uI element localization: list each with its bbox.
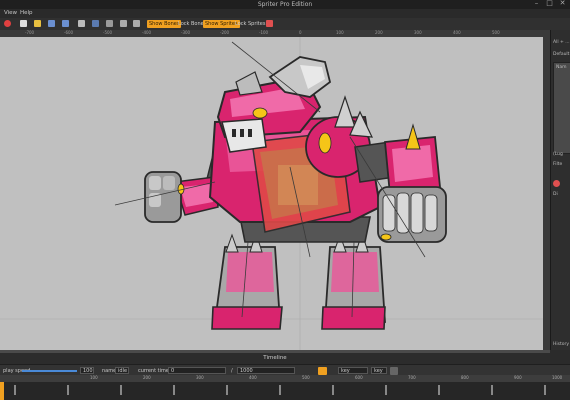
timeline-tick: 800 xyxy=(461,375,469,380)
sidebar-line: Filte xyxy=(553,162,563,167)
record-icon[interactable] xyxy=(4,20,11,27)
delete-key-icon[interactable] xyxy=(390,367,398,375)
play-speed-slider[interactable] xyxy=(22,370,77,372)
ruler-tick: -200 xyxy=(220,30,230,35)
timeline-tick: 400 xyxy=(249,375,257,380)
ruler-tick: 0 xyxy=(299,30,302,35)
menu-bar: View Help xyxy=(0,9,570,18)
ruler-tick: 300 xyxy=(414,30,422,35)
ruler-tick: 500 xyxy=(492,30,500,35)
time-separator: / xyxy=(231,368,233,374)
object-list-panel[interactable]: Nam xyxy=(553,62,570,154)
animation-name-field[interactable]: idle xyxy=(115,367,129,374)
new-file-icon[interactable] xyxy=(20,20,27,27)
record-icon[interactable] xyxy=(553,180,560,187)
right-sidebar: All + ... Default Nam (Lug Filte Di Hist… xyxy=(550,30,570,350)
ruler-tick: -700 xyxy=(25,30,35,35)
timeline-ruler: 100 200 300 400 500 600 700 800 900 1000 xyxy=(0,375,570,382)
keyframe-marker[interactable] xyxy=(491,385,493,395)
timeline-tick: 200 xyxy=(143,375,151,380)
ruler-tick: 200 xyxy=(375,30,383,35)
sidebar-line: (Lug xyxy=(553,152,563,157)
open-folder-icon[interactable] xyxy=(34,20,41,27)
keyframe-marker[interactable] xyxy=(385,385,387,395)
sidebar-line: Nam xyxy=(556,65,567,70)
ruler-tick: -400 xyxy=(142,30,152,35)
settings-icon[interactable] xyxy=(106,20,113,27)
loop-icon[interactable] xyxy=(318,367,327,375)
timeline-tick: 300 xyxy=(196,375,204,380)
history-label: History xyxy=(553,342,570,347)
play-speed-field[interactable]: 100 xyxy=(80,367,94,374)
timeline-tick: 500 xyxy=(302,375,310,380)
timeline-tick: 900 xyxy=(514,375,522,380)
undo-icon[interactable] xyxy=(120,20,127,27)
menu-view[interactable]: View xyxy=(4,10,17,16)
sidebar-line: Di xyxy=(553,192,558,197)
key-selected-button[interactable]: key selected xyxy=(338,367,368,381)
close-button[interactable]: ✕ xyxy=(559,0,566,7)
ruler-tick: -300 xyxy=(181,30,191,35)
menu-help[interactable]: Help xyxy=(20,10,33,16)
timeline-title: Timeline xyxy=(263,355,287,361)
image-icon[interactable] xyxy=(92,20,99,27)
minimize-button[interactable]: – xyxy=(533,0,540,7)
export-icon[interactable] xyxy=(78,20,85,27)
robot-sprite-illustration xyxy=(0,37,543,350)
timeline-tick: 600 xyxy=(355,375,363,380)
ruler-tick: -500 xyxy=(103,30,113,35)
total-time-field[interactable]: 1000 xyxy=(237,367,295,374)
sidebar-line: Default xyxy=(553,52,570,57)
keyframe-marker[interactable] xyxy=(120,385,122,395)
window-title: Spriter Pro Edition xyxy=(257,1,313,8)
maximize-button[interactable]: □ xyxy=(546,0,553,7)
keyframe-marker[interactable] xyxy=(67,385,69,395)
timeline-track[interactable] xyxy=(0,382,570,400)
animation-canvas[interactable] xyxy=(0,37,543,350)
key-all-button[interactable]: key all xyxy=(371,367,387,381)
save-icon[interactable] xyxy=(48,20,55,27)
save-as-icon[interactable] xyxy=(62,20,69,27)
current-time-label: current time xyxy=(138,368,169,374)
keyframe-marker[interactable] xyxy=(332,385,334,395)
current-time-field[interactable]: 0 xyxy=(168,367,226,374)
timeline-tick: 100 xyxy=(90,375,98,380)
ruler-tick: 400 xyxy=(453,30,461,35)
lock-sprites-button[interactable]: Lock Sprites xyxy=(233,20,267,28)
ruler-tick: -100 xyxy=(259,30,269,35)
ruler-tick: 100 xyxy=(336,30,344,35)
timeline-header: Timeline xyxy=(0,353,550,364)
timeline-tick: 700 xyxy=(408,375,416,380)
panel-divider[interactable] xyxy=(543,30,550,350)
sidebar-line: All + ... xyxy=(553,40,570,45)
window-controls: – □ ✕ xyxy=(533,0,566,9)
title-bar: Spriter Pro Edition – □ ✕ xyxy=(0,0,570,9)
ruler-tick: -600 xyxy=(64,30,74,35)
keyframe-marker[interactable] xyxy=(438,385,440,395)
keyframe-marker[interactable] xyxy=(226,385,228,395)
keyframe-marker[interactable] xyxy=(14,385,16,395)
timeline-tick: 1000 xyxy=(552,375,563,380)
keyframe-marker[interactable] xyxy=(173,385,175,395)
bone-tool-icon[interactable] xyxy=(266,20,273,27)
keyframe-marker[interactable] xyxy=(544,385,546,395)
keyframe-marker[interactable] xyxy=(279,385,281,395)
redo-icon[interactable] xyxy=(133,20,140,27)
playhead[interactable] xyxy=(0,382,4,400)
